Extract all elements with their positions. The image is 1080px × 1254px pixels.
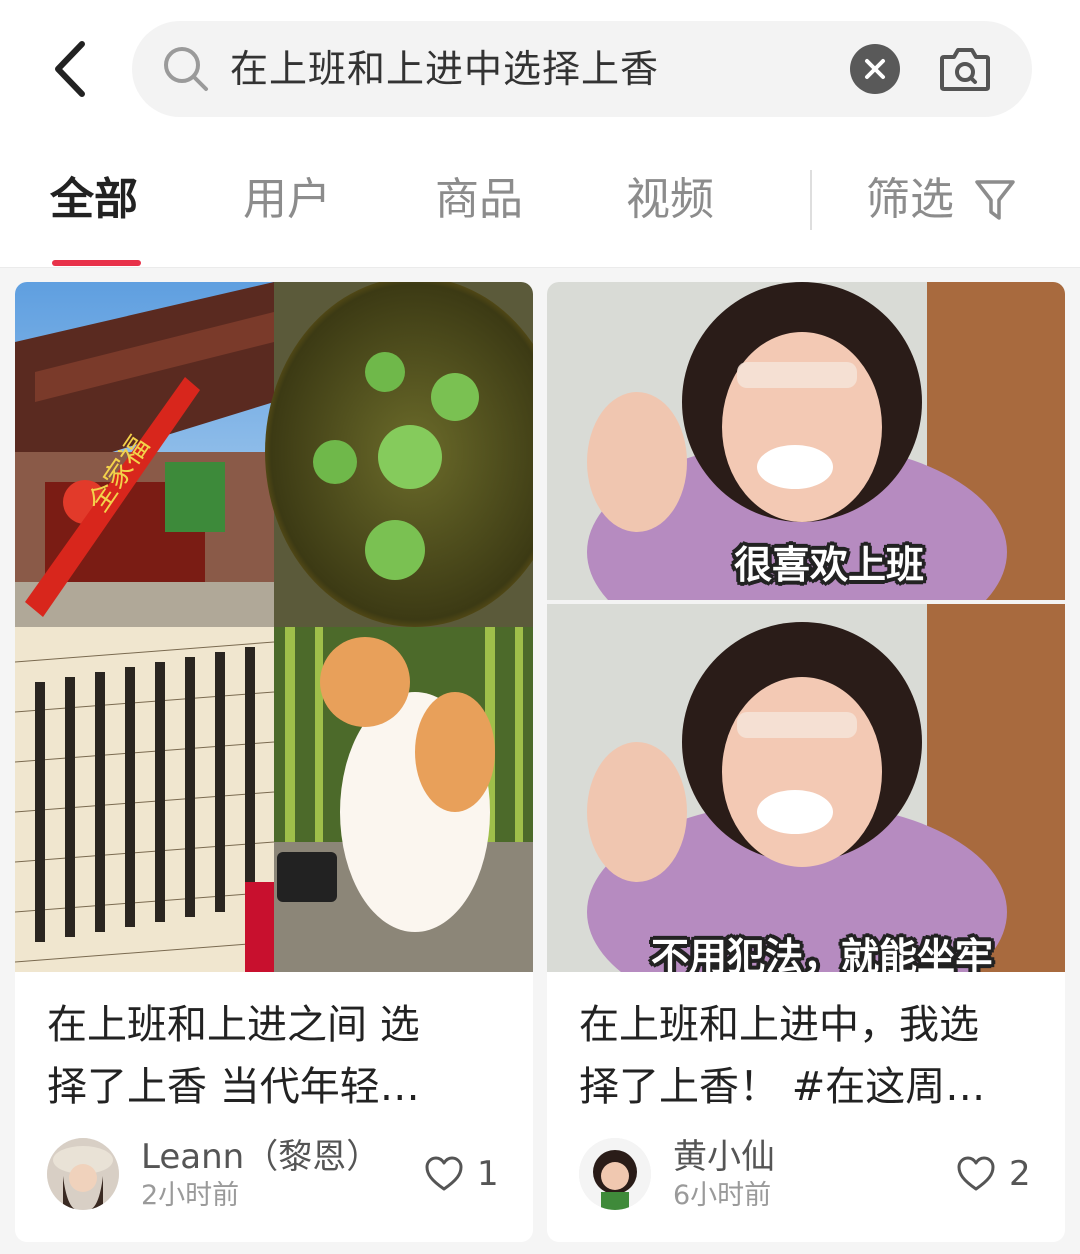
search-input[interactable]: 在上班和上进中选择上香 — [230, 41, 659, 97]
post-time: 6小时前 — [673, 1180, 772, 1211]
like-count: 1 — [477, 1154, 499, 1194]
post-card[interactable]: 很喜欢上班 不用犯法，就能坐牢 在上班和上进中，我选 择了上香！ #在这周… 黄… — [547, 282, 1065, 1242]
post-time: 2小时前 — [141, 1180, 240, 1211]
heart-icon[interactable] — [957, 1156, 995, 1192]
clear-search-button[interactable] — [850, 44, 900, 94]
search-icon — [164, 47, 208, 91]
filter-icon[interactable] — [974, 178, 1016, 224]
top-bar: 在上班和上进中选择上香 — [0, 0, 1080, 140]
post-cover-meme[interactable]: 很喜欢上班 不用犯法，就能坐牢 — [547, 282, 1065, 972]
camera-search-icon[interactable] — [938, 43, 992, 95]
tab-divider — [810, 170, 812, 230]
post-cover-collage[interactable]: 全家福 — [15, 282, 533, 972]
meme-caption-top: 很喜欢上班 — [734, 543, 925, 587]
filter-button[interactable]: 筛选 — [866, 170, 954, 230]
like-count: 2 — [1009, 1154, 1031, 1194]
tab-videos[interactable]: 视频 — [626, 170, 714, 230]
search-bar[interactable]: 在上班和上进中选择上香 — [132, 21, 1032, 117]
author-name[interactable]: Leann（黎恩） — [141, 1135, 380, 1179]
avatar[interactable] — [47, 1138, 119, 1210]
close-icon — [865, 59, 885, 79]
heart-icon[interactable] — [425, 1156, 463, 1192]
post-card[interactable]: 全家福 在上班和上进之间 选 择了上香 当代年轻… Leann（黎恩） 2小时前… — [15, 282, 533, 1242]
category-tabs: 全部 用户 商品 视频 筛选 — [0, 140, 1080, 268]
avatar[interactable] — [579, 1138, 651, 1210]
meme-caption-bottom: 不用犯法，就能坐牢 — [651, 935, 994, 972]
tab-all[interactable]: 全部 — [50, 170, 138, 230]
author-name[interactable]: 黄小仙 — [673, 1135, 775, 1179]
tab-users[interactable]: 用户 — [243, 170, 331, 230]
post-title[interactable]: 在上班和上进中，我选 择了上香！ #在这周… — [579, 994, 999, 1118]
post-title[interactable]: 在上班和上进之间 选 择了上香 当代年轻… — [47, 994, 467, 1118]
back-arrow-icon[interactable] — [44, 36, 104, 102]
active-tab-indicator — [52, 260, 141, 266]
tab-products[interactable]: 商品 — [435, 170, 523, 230]
